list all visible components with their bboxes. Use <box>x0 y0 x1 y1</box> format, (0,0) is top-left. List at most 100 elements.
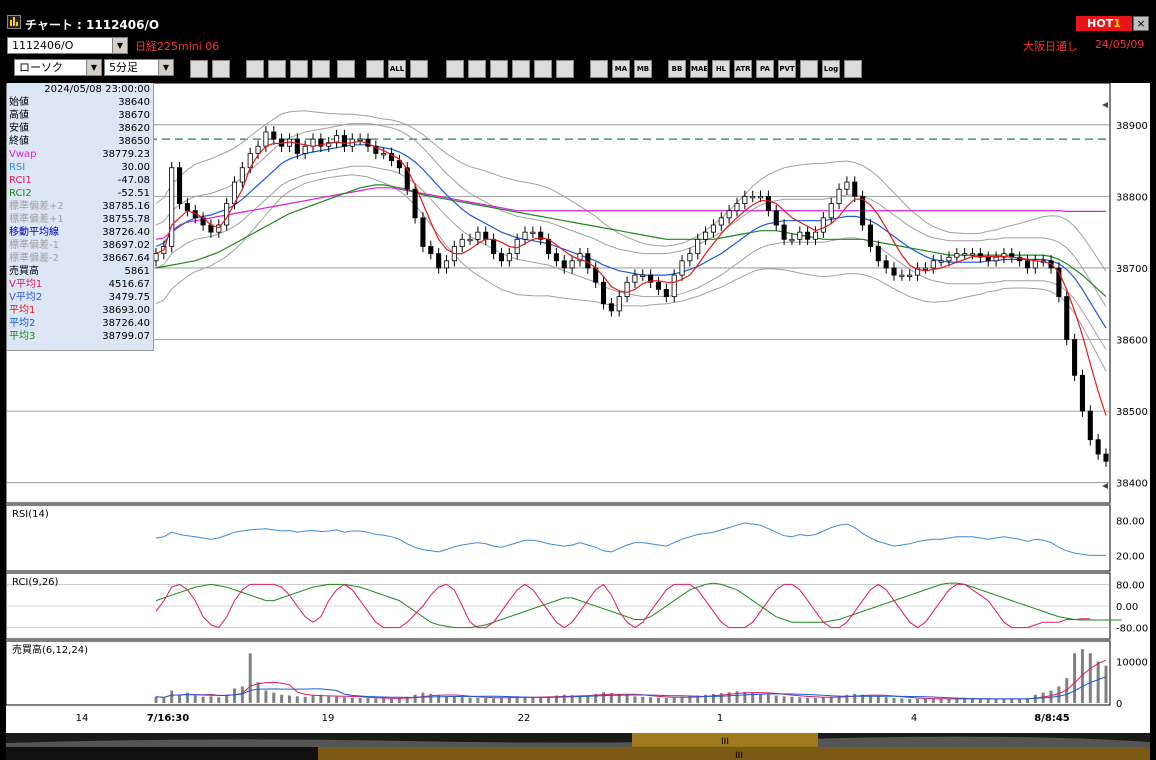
candle-body <box>608 303 614 312</box>
svg-text:III: III <box>735 751 743 760</box>
chart-app-icon <box>7 15 21 29</box>
swap-icon[interactable] <box>290 60 308 78</box>
pen-icon[interactable] <box>410 60 428 78</box>
interval-select[interactable]: 5分足 ▼ <box>104 59 174 76</box>
candle-body <box>310 138 316 147</box>
panel-row: V平均2 3479.75 <box>7 291 153 304</box>
log-icon[interactable]: Log <box>822 60 840 78</box>
candle-body <box>773 210 779 226</box>
volume-bar <box>656 697 660 703</box>
magnify-icon[interactable] <box>268 60 286 78</box>
close-button[interactable]: × <box>1133 16 1149 31</box>
volume-bar <box>1073 653 1077 703</box>
toolbar: ローソク ▼ 5分足 ▼ ALL MAMB BBMAEHLATRPA RAPVT Lo… <box>0 57 1156 81</box>
volume-bar <box>1018 698 1022 703</box>
volume-bar <box>531 697 535 703</box>
candle-body <box>742 195 748 204</box>
hl-icon[interactable]: HL <box>712 60 730 78</box>
candle-body <box>506 253 512 262</box>
chart-area[interactable]: 38900 38800 38700 38600 38500 38400 80.00 20.00… <box>6 83 1150 733</box>
palette-icon[interactable] <box>590 60 608 78</box>
bb-icon[interactable]: BB <box>668 60 686 78</box>
panel-value: -52.51 <box>117 188 150 199</box>
scroll-thumb[interactable] <box>318 747 1150 760</box>
candle-body <box>663 289 669 297</box>
volume-bar <box>931 698 935 703</box>
download-icon[interactable] <box>246 60 264 78</box>
volume-bar <box>884 697 888 703</box>
volume-bar <box>256 682 260 703</box>
volume-bar <box>617 694 621 703</box>
line-icon[interactable] <box>446 60 464 78</box>
candle-body <box>993 256 999 262</box>
scrollbar[interactable]: III III <box>6 733 1150 760</box>
volume-bar <box>1002 698 1006 703</box>
session-label: 大阪日通し <box>1023 40 1078 53</box>
atr-icon[interactable]: ATR <box>734 60 752 78</box>
candle-body <box>710 224 716 233</box>
panel-label: 安値 <box>9 123 29 134</box>
exit-icon[interactable] <box>844 60 862 78</box>
volume-bar <box>625 695 629 703</box>
candle-body <box>781 224 787 240</box>
volume-bar <box>358 698 362 703</box>
candle-icon-2[interactable] <box>366 60 384 78</box>
candle-body <box>302 145 308 154</box>
candle-body <box>695 238 701 255</box>
panel-value: 38650 <box>118 136 150 147</box>
box-icon[interactable] <box>800 60 818 78</box>
volume-bar <box>821 697 825 703</box>
panel-label: V平均1 <box>9 279 43 290</box>
candle-body <box>812 231 819 240</box>
chevron-down-icon[interactable]: ▼ <box>86 60 101 75</box>
volume-title: 売買高(6,12,24) <box>12 643 88 656</box>
volume-bar <box>178 694 182 703</box>
volume-bar <box>460 697 464 703</box>
para-icon[interactable]: PA RA <box>756 60 774 78</box>
candle-body <box>891 267 897 276</box>
chevron-down-icon[interactable]: ▼ <box>158 60 173 75</box>
candle-icon[interactable] <box>337 60 355 78</box>
volume-bar <box>233 688 237 703</box>
candle-body <box>530 231 536 235</box>
mb-icon[interactable]: MB <box>634 60 652 78</box>
chart-canvas[interactable]: 38900 38800 38700 38600 38500 38400 80.00 20.00… <box>6 83 1150 733</box>
candle-body <box>1079 374 1085 412</box>
wrench-icon[interactable] <box>556 60 574 78</box>
volume-bar <box>939 698 943 703</box>
all-icon[interactable]: ALL <box>388 60 406 78</box>
panel-row: 標準偏差-2 38667.64 <box>7 252 153 265</box>
panel-row: 終値 38650 <box>7 135 153 148</box>
candle-body <box>805 231 811 240</box>
note-icon[interactable] <box>490 60 508 78</box>
mae-icon[interactable]: MAE <box>690 60 708 78</box>
pvt-icon[interactable]: PVT <box>778 60 796 78</box>
symbol-code-combo[interactable]: 1112406/O ▼ <box>7 37 128 54</box>
volume-bar <box>963 698 967 703</box>
x-tick-label: 8/8:45 <box>1034 713 1070 724</box>
ma-icon[interactable]: MA <box>612 60 630 78</box>
panel-label: 標準偏差-2 <box>9 253 59 264</box>
candle-body <box>687 253 693 262</box>
candle-body <box>483 231 489 240</box>
volume-bar <box>814 698 818 703</box>
x-tick-label: 1 <box>717 713 723 724</box>
settings-icon[interactable] <box>534 60 552 78</box>
hot-button[interactable]: HOT1 <box>1076 16 1132 31</box>
chevron-down-icon[interactable]: ▼ <box>112 38 127 53</box>
rsi-tick-label: 20.00 <box>1116 551 1145 562</box>
candle-body <box>655 281 662 290</box>
volume-bar <box>900 698 904 703</box>
chart-type-select[interactable]: ローソク ▼ <box>14 59 102 76</box>
arrow-icon[interactable] <box>468 60 486 78</box>
volume-bar <box>350 697 354 703</box>
candle-body <box>726 210 732 219</box>
trash-icon[interactable] <box>512 60 530 78</box>
crosshair-icon[interactable] <box>212 60 230 78</box>
blank-icon[interactable] <box>312 60 330 78</box>
volume-bar <box>664 698 668 703</box>
candle-body <box>522 231 528 240</box>
candle-body <box>436 253 442 269</box>
panel-row: 売買高 5861 <box>7 265 153 278</box>
zoom-icon[interactable] <box>190 60 208 78</box>
